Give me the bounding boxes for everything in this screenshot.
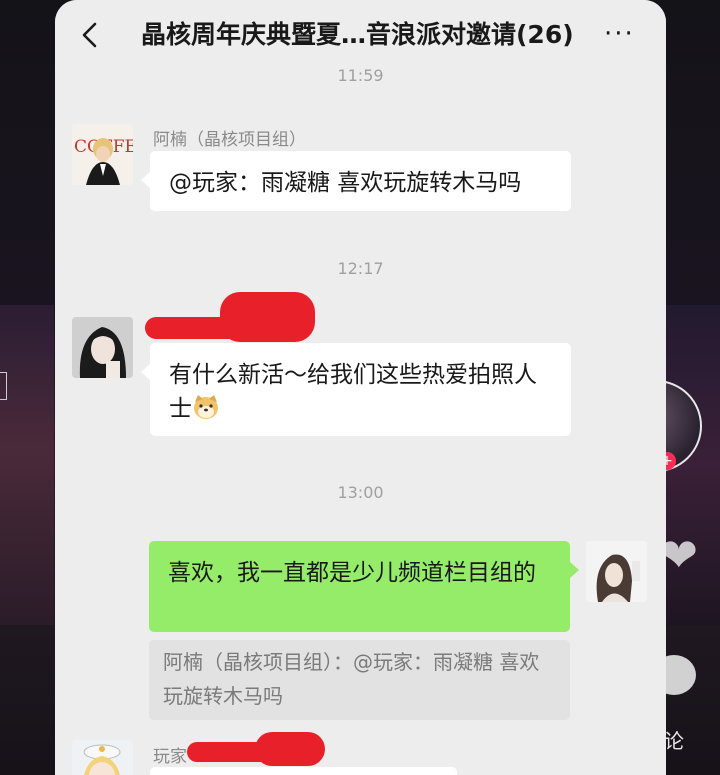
message-text: 喜欢，我一直都是少儿频道栏目组的 xyxy=(168,560,536,586)
dog-face-emoji xyxy=(194,395,218,419)
avatar[interactable]: COFFEE xyxy=(72,124,133,185)
quoted-message[interactable]: 阿楠（晶核项目组）：@玩家：雨凝糖 喜欢玩旋转木马吗 xyxy=(149,640,570,720)
timestamp: 12:17 xyxy=(337,259,384,278)
timestamp: 13:00 xyxy=(337,483,384,502)
message-bubble[interactable]: @玩家：雨凝糖 喜欢玩旋转木马吗 xyxy=(141,151,571,211)
redaction-mark xyxy=(255,732,325,766)
message-bubble-self[interactable]: 喜欢，我一直都是少儿频道栏目组的 xyxy=(149,541,579,632)
message-text: @玩家：雨凝糖 喜欢玩旋转木马吗 xyxy=(169,170,522,196)
avatar-self-image xyxy=(586,541,647,602)
avatar-anime-image xyxy=(72,740,133,775)
comment-label: 论 xyxy=(664,729,684,753)
timestamp: 11:59 xyxy=(337,66,384,85)
more-dots-icon[interactable]: ··· xyxy=(604,21,640,48)
chat-panel: 晶核周年庆典暨夏…音浪派对邀请(26) ··· 11:59 COFFEE 阿楠（… xyxy=(55,0,666,775)
message-bubble[interactable] xyxy=(150,767,457,775)
chevron-left-icon[interactable] xyxy=(77,20,103,50)
chat-title: 晶核周年庆典暨夏…音浪派对邀请(26) xyxy=(141,20,574,49)
avatar-girl-image xyxy=(72,317,133,378)
avatar-self[interactable] xyxy=(586,541,647,602)
sender-name: 阿楠（晶核项目组） xyxy=(153,130,306,150)
avatar-coffee-image: COFFEE xyxy=(72,124,133,185)
message-bubble[interactable]: 有什么新活～给我们这些热爱拍照人士 xyxy=(141,343,571,436)
redaction-mark xyxy=(220,292,315,342)
background-video-left xyxy=(0,305,54,625)
message-text: 有什么新活～给我们这些热爱拍照人士 xyxy=(169,362,537,422)
background-icon xyxy=(0,372,7,400)
avatar[interactable] xyxy=(72,317,133,378)
sender-name: 玩家 xyxy=(153,747,187,767)
chat-header: 晶核周年庆典暨夏…音浪派对邀请(26) ··· xyxy=(55,0,666,70)
avatar[interactable] xyxy=(72,740,133,775)
quoted-text: 阿楠（晶核项目组）：@玩家：雨凝糖 喜欢玩旋转木马吗 xyxy=(163,650,540,708)
